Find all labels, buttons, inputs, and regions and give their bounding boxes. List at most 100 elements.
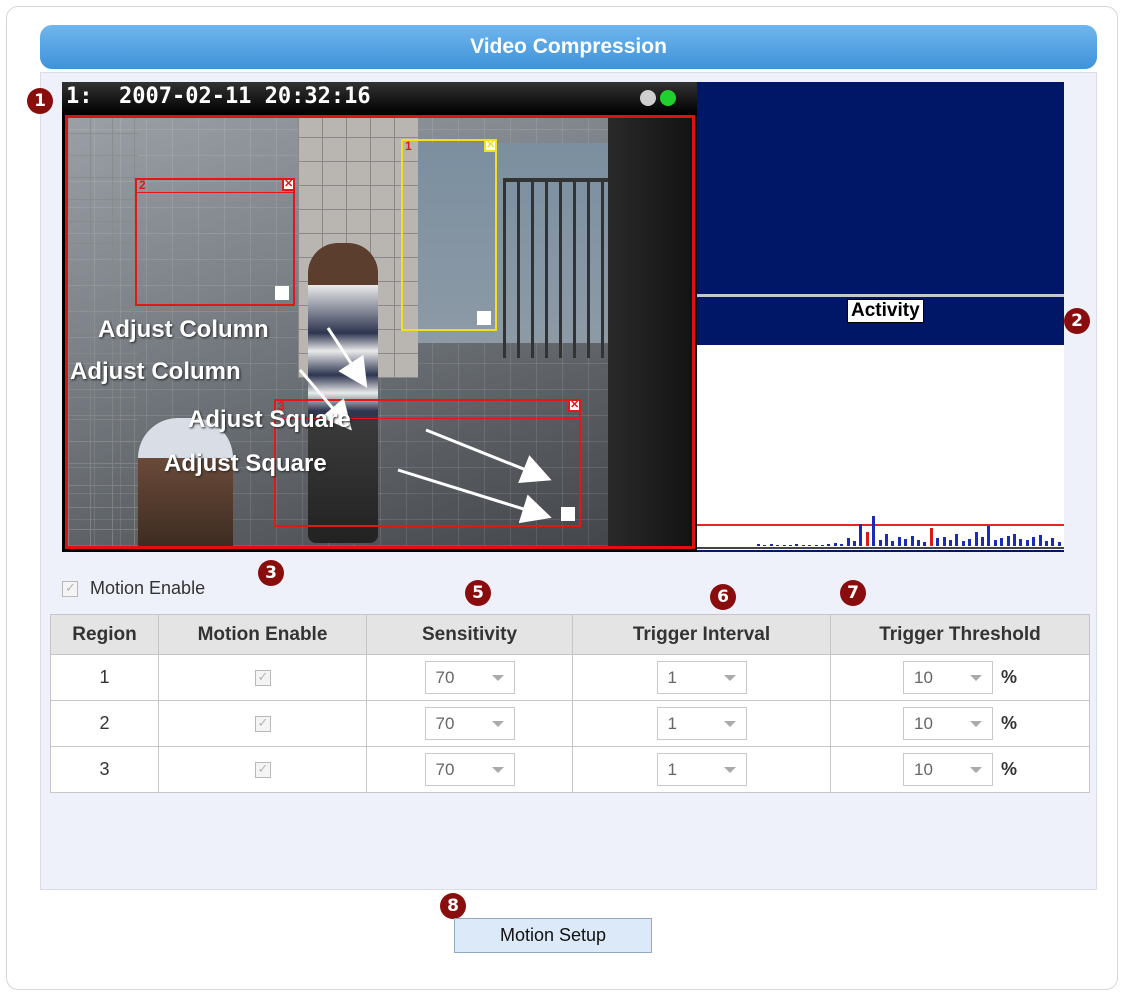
activity-bar (929, 528, 933, 546)
sensitivity-select[interactable]: 70 (424, 753, 515, 786)
page-title: Video Compression (40, 25, 1097, 69)
activity-bar (904, 539, 908, 546)
video-osd: 1: 2007-02-11 20:32:16 (62, 82, 698, 114)
activity-bar (891, 541, 895, 546)
status-led-green (660, 90, 676, 106)
activity-bar (1038, 535, 1042, 546)
table-row: 1 70 1 10% (50, 654, 1090, 701)
activity-threshold-line (697, 524, 1064, 526)
threshold-value: 10 (913, 713, 933, 733)
activity-bar (897, 537, 901, 546)
interval-cell: 1 (572, 654, 831, 701)
column-header-motion-enable: Motion Enable (158, 614, 367, 655)
table-header-row: Region Motion Enable Sensitivity Trigger… (50, 614, 1090, 655)
activity-bar (949, 540, 952, 546)
video-view[interactable]: 1: 2007-02-11 20:32:16 2 ✕ 1 ✕ 3 ✕ Adjus… (62, 82, 698, 552)
chevron-down-icon (969, 720, 982, 727)
activity-bar (878, 540, 882, 546)
annotation-adjust-square-1: Adjust Square (188, 406, 351, 433)
percent-unit: % (1000, 713, 1017, 733)
motion-enable-cell (158, 700, 367, 747)
threshold-cell: 10% (830, 700, 1090, 747)
activity-bar (974, 532, 978, 546)
region-number-cell: 3 (50, 746, 159, 793)
activity-bar (1045, 541, 1048, 546)
activity-bar (865, 532, 869, 546)
activity-bar (910, 536, 914, 546)
trigger-interval-select[interactable]: 1 (656, 661, 747, 694)
sensitivity-cell: 70 (366, 700, 573, 747)
sensitivity-select[interactable]: 70 (424, 707, 515, 740)
activity-bar (1000, 538, 1004, 546)
activity-separator (697, 294, 1064, 297)
activity-bar (821, 545, 824, 546)
activity-bar (885, 534, 888, 546)
activity-bar (757, 544, 760, 546)
region-motion-checkbox[interactable] (254, 761, 271, 779)
percent-unit: % (1000, 759, 1017, 779)
threshold-value: 10 (913, 759, 933, 779)
sensitivity-value: 70 (435, 759, 455, 779)
sensitivity-cell: 70 (366, 746, 573, 793)
trigger-threshold-select[interactable]: 10 (902, 753, 993, 786)
activity-bar (776, 545, 780, 546)
trigger-interval-select[interactable]: 1 (656, 753, 747, 786)
activity-bar (795, 544, 799, 546)
badge-5: 5 (465, 580, 491, 606)
activity-bar (1013, 534, 1016, 546)
threshold-cell: 10% (830, 746, 1090, 793)
interval-cell: 1 (572, 700, 831, 747)
activity-bar (987, 526, 991, 546)
activity-bar (827, 544, 831, 546)
table-row: 3 70 1 10% (50, 746, 1090, 793)
annotation-adjust-column-1: Adjust Column (98, 316, 269, 343)
chevron-down-icon (723, 720, 736, 727)
activity-bar (1051, 538, 1055, 546)
interval-cell: 1 (572, 746, 831, 793)
sensitivity-select[interactable]: 70 (424, 661, 515, 694)
activity-bar (846, 538, 850, 546)
interval-value: 1 (667, 667, 677, 687)
motion-enable-label: Motion Enable (90, 578, 206, 598)
motion-setup-button[interactable]: Motion Setup (454, 918, 652, 953)
trigger-threshold-select[interactable]: 10 (902, 707, 993, 740)
activity-bar (942, 537, 946, 546)
activity-bar (968, 539, 972, 546)
badge-8: 8 (440, 893, 466, 919)
chevron-down-icon (491, 766, 504, 773)
activity-bar (789, 545, 792, 546)
column-header-region: Region (50, 614, 159, 655)
activity-baseline (697, 547, 1064, 549)
badge-7: 7 (840, 580, 866, 606)
activity-bar (782, 545, 786, 546)
region-number-cell: 2 (50, 700, 159, 747)
percent-unit: % (1000, 667, 1017, 687)
activity-bar (1057, 542, 1061, 546)
trigger-threshold-select[interactable]: 10 (902, 661, 993, 694)
region-motion-checkbox[interactable] (254, 715, 271, 733)
region-motion-checkbox[interactable] (254, 669, 271, 687)
column-header-sensitivity: Sensitivity (366, 614, 573, 655)
arrow-adjust-square-2 (397, 468, 552, 524)
arrow-adjust-square-1 (425, 428, 552, 484)
chevron-down-icon (491, 674, 504, 681)
activity-bar (801, 545, 805, 546)
chevron-down-icon (969, 766, 982, 773)
activity-bar (917, 540, 920, 546)
activity-bar (808, 545, 812, 546)
camera-scene: 2 ✕ 1 ✕ 3 ✕ Adjust Column Adjust Column … (65, 115, 695, 549)
activity-bar (853, 541, 856, 546)
annotation-adjust-column-2: Adjust Column (70, 358, 241, 385)
activity-bar (1019, 539, 1023, 546)
interval-value: 1 (667, 713, 677, 733)
annotation-adjust-square-2: Adjust Square (164, 450, 327, 477)
threshold-cell: 10% (830, 654, 1090, 701)
chevron-down-icon (969, 674, 982, 681)
activity-graph (697, 345, 1064, 550)
activity-bar (1006, 536, 1010, 546)
motion-enable-checkbox[interactable] (62, 580, 78, 597)
motion-enable-cell (158, 654, 367, 701)
activity-bar (859, 524, 863, 546)
activity-bar (1025, 540, 1029, 546)
trigger-interval-select[interactable]: 1 (656, 707, 747, 740)
